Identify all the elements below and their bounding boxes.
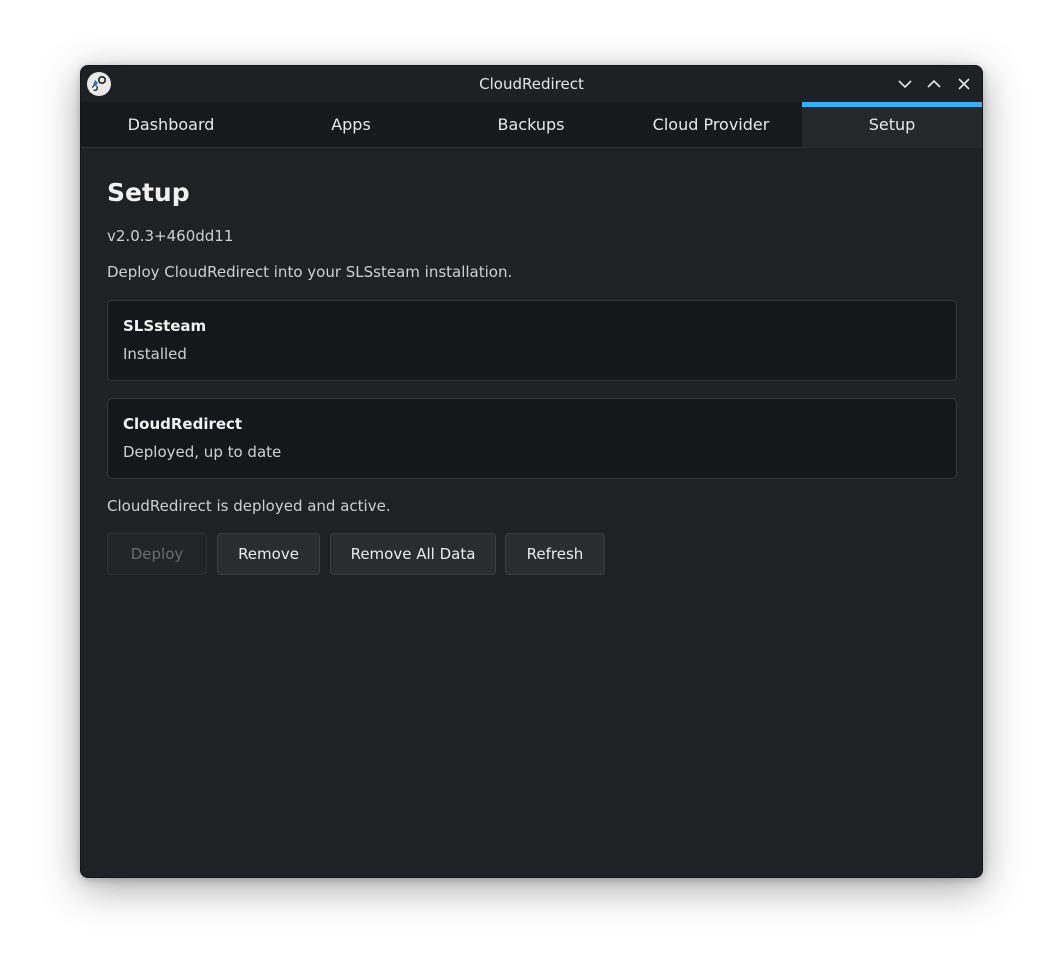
remove-all-data-button[interactable]: Remove All Data bbox=[330, 533, 496, 575]
page-title: Setup bbox=[107, 178, 190, 207]
tab-dashboard[interactable]: Dashboard bbox=[81, 102, 261, 148]
page-description: Deploy CloudRedirect into your SLSsteam … bbox=[107, 263, 513, 281]
app-window: CloudRedirect Dashboard Apps Backups Clo… bbox=[80, 65, 983, 878]
title-bar[interactable]: CloudRedirect bbox=[81, 66, 982, 102]
component-status: Installed bbox=[123, 345, 187, 363]
close-icon[interactable] bbox=[954, 74, 974, 94]
window-title: CloudRedirect bbox=[479, 75, 584, 93]
tab-bar: Dashboard Apps Backups Cloud Provider Se… bbox=[81, 102, 982, 148]
tab-apps[interactable]: Apps bbox=[261, 102, 441, 148]
component-card-cloudredirect: CloudRedirect Deployed, up to date bbox=[107, 398, 957, 479]
component-name: CloudRedirect bbox=[123, 415, 243, 433]
version-label: v2.0.3+460dd11 bbox=[107, 227, 234, 245]
component-name: SLSsteam bbox=[123, 317, 207, 335]
tab-setup[interactable]: Setup bbox=[802, 102, 982, 148]
deploy-button[interactable]: Deploy bbox=[107, 533, 207, 575]
tab-backups[interactable]: Backups bbox=[441, 102, 621, 148]
remove-button[interactable]: Remove bbox=[217, 533, 320, 575]
maximize-icon[interactable] bbox=[924, 74, 944, 94]
deployment-status-message: CloudRedirect is deployed and active. bbox=[107, 497, 391, 515]
minimize-icon[interactable] bbox=[895, 74, 915, 94]
component-status: Deployed, up to date bbox=[123, 443, 282, 461]
component-card-slssteam: SLSsteam Installed bbox=[107, 300, 957, 381]
refresh-button[interactable]: Refresh bbox=[505, 533, 605, 575]
tab-cloud-provider[interactable]: Cloud Provider bbox=[621, 102, 801, 148]
